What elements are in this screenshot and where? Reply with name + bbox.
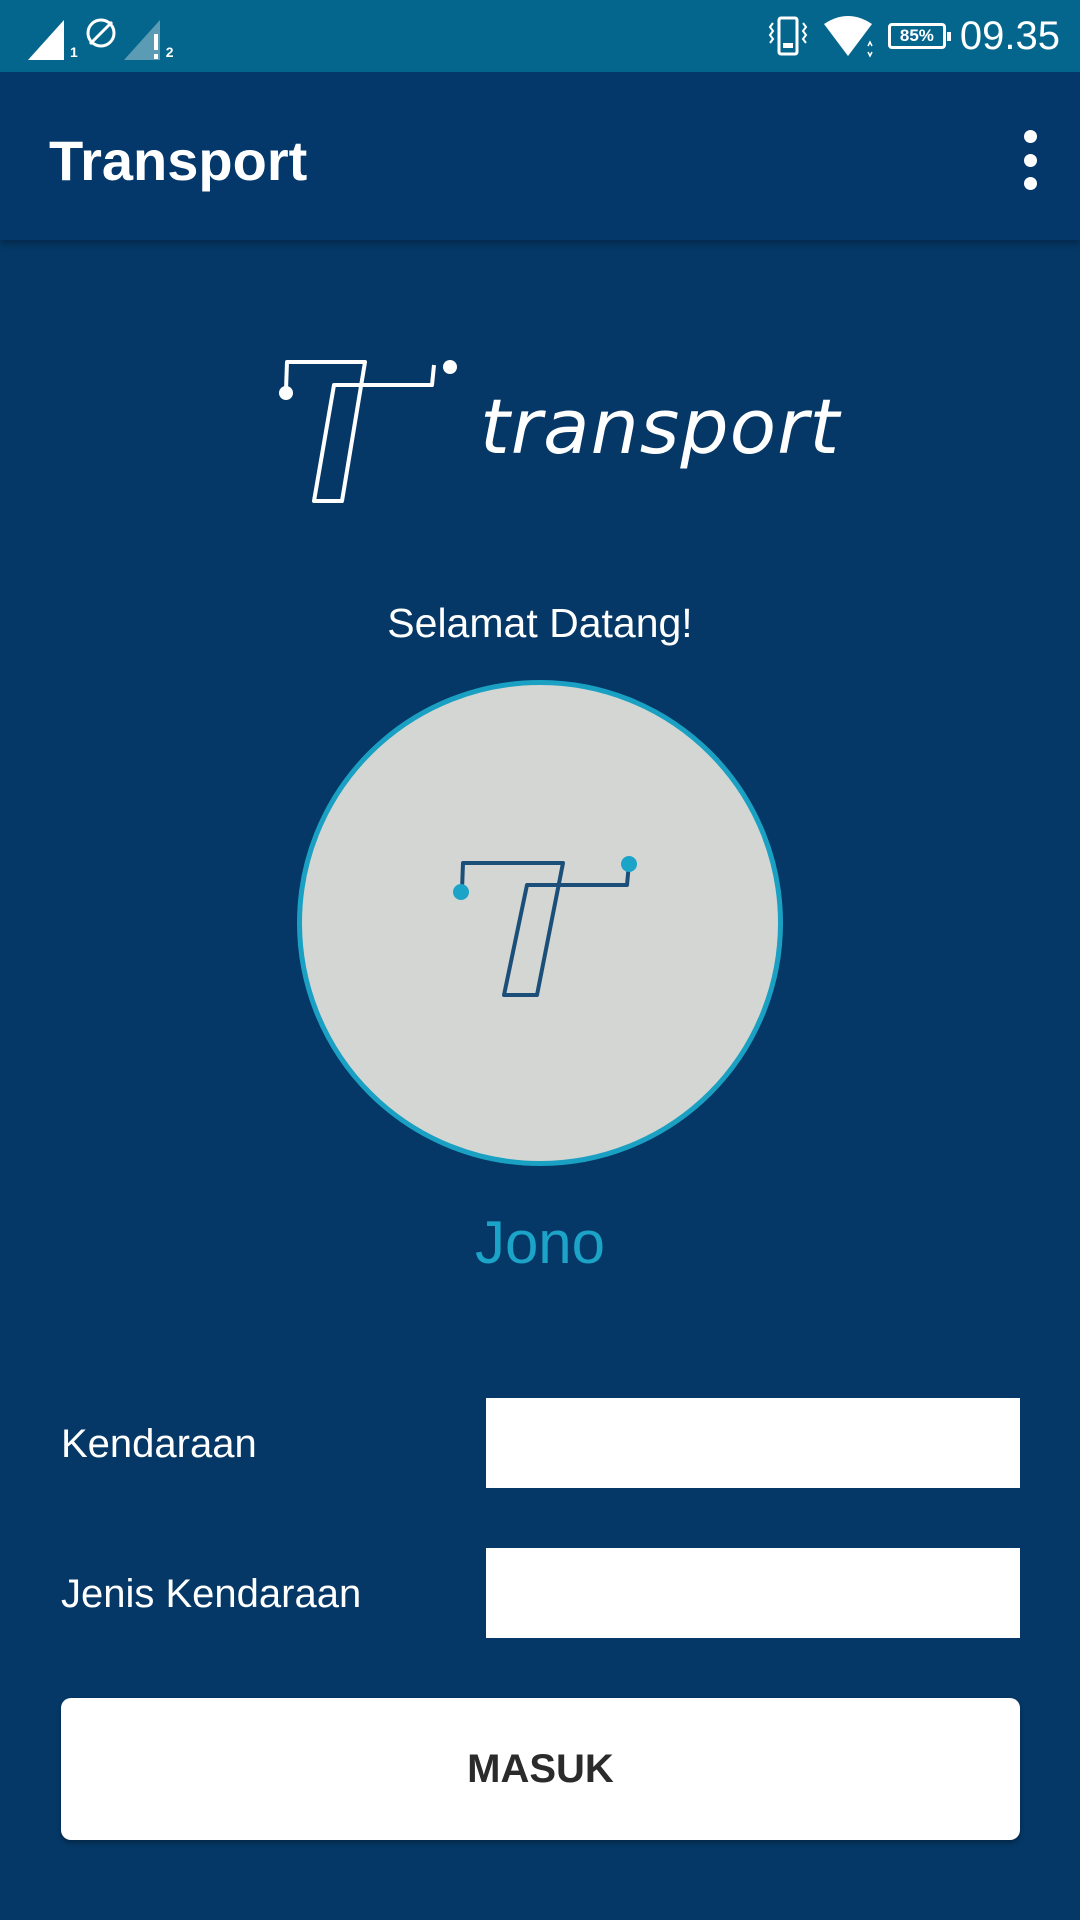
wifi-icon (823, 16, 873, 58)
welcome-text: Selamat Datang! (387, 600, 693, 646)
transport-avatar-icon (453, 856, 637, 997)
login-button[interactable]: MASUK (61, 1698, 1020, 1840)
no-data-icon (86, 18, 116, 48)
vehicle-type-input[interactable] (486, 1548, 1020, 1638)
status-bar: 1 2 85% 09.35 (0, 0, 1080, 72)
signal-sim1-icon (28, 20, 64, 60)
logo-text: transport (480, 382, 841, 471)
battery-level: 85% (899, 26, 934, 45)
vehicle-type-label: Jenis Kendaraan (61, 1572, 362, 1616)
user-name: Jono (474, 1209, 606, 1276)
signal-sim2-icon (123, 20, 160, 60)
vibrate-icon (768, 16, 808, 56)
sim1-label: 1 (70, 44, 78, 60)
sim2-label: 2 (165, 44, 174, 60)
vehicle-input[interactable] (486, 1398, 1020, 1488)
clock: 09.35 (959, 13, 1060, 58)
transport-logo-icon (279, 360, 457, 503)
more-vert-icon[interactable] (1010, 130, 1050, 190)
app-title: Transport (49, 129, 308, 192)
vehicle-label: Kendaraan (61, 1422, 257, 1466)
avatar (297, 680, 783, 1166)
app-bar: Transport (0, 72, 1080, 240)
battery-icon: 85% (887, 23, 951, 49)
